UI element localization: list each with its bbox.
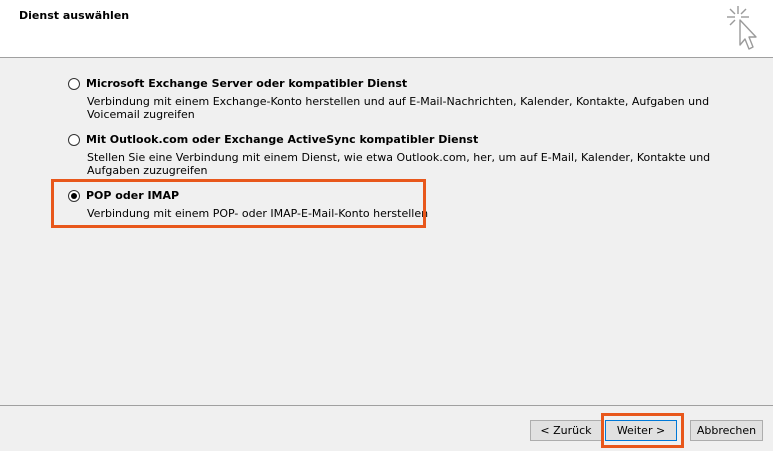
back-button[interactable]: < Zurück (530, 420, 602, 441)
cursor-sparkle-icon (727, 6, 757, 50)
highlight-box-pop-imap (51, 179, 426, 228)
option-outlook-activesync-description: Stellen Sie eine Verbindung mit einem Di… (87, 151, 711, 177)
highlight-box-next (601, 413, 684, 448)
cancel-button[interactable]: Abbrechen (690, 420, 763, 441)
option-outlook-activesync-title: Mit Outlook.com oder Exchange ActiveSync… (86, 133, 479, 146)
radio-outlook-activesync[interactable] (68, 134, 80, 146)
radio-exchange[interactable] (68, 78, 80, 90)
dialog-header: Dienst auswählen (0, 0, 773, 58)
footer-divider (0, 405, 773, 406)
option-exchange-description: Verbindung mit einem Exchange-Konto hers… (87, 95, 710, 121)
option-exchange-title: Microsoft Exchange Server oder kompatibl… (86, 77, 408, 90)
dialog-title: Dienst auswählen (19, 9, 130, 22)
options-area: Microsoft Exchange Server oder kompatibl… (0, 58, 773, 404)
